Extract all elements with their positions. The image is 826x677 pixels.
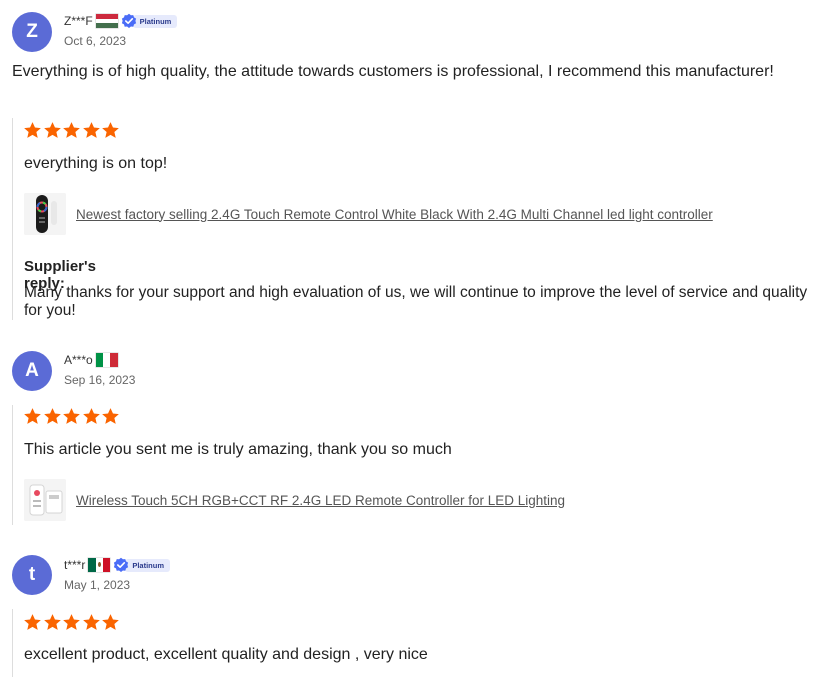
star-icon xyxy=(63,122,81,138)
reviewer-name: Z***F xyxy=(64,14,93,28)
reviewer-name-row: t***r Platinum xyxy=(64,557,171,573)
platinum-badge: Platinum xyxy=(121,13,178,29)
badge-label: Platinum xyxy=(125,558,171,572)
verified-badge-icon xyxy=(114,557,129,572)
star-icon xyxy=(24,408,41,424)
review-detail: everything is on top! Newest factory sel… xyxy=(12,118,807,320)
review-date: Sep 16, 2023 xyxy=(64,373,136,387)
remote-control-image xyxy=(24,193,66,235)
product-link[interactable]: Wireless Touch 5CH RGB+CCT RF 2.4G LED R… xyxy=(76,493,565,508)
star-rating xyxy=(23,407,121,425)
avatar: Z xyxy=(12,12,52,52)
controller-image xyxy=(24,479,66,521)
star-icon xyxy=(82,122,100,138)
review-detail: excellent product, excellent quality and… xyxy=(12,609,428,677)
star-icon xyxy=(82,614,100,630)
avatar: A xyxy=(12,351,52,391)
review-text: excellent product, excellent quality and… xyxy=(24,646,428,663)
italy-flag-icon xyxy=(95,353,118,367)
review-date: May 1, 2023 xyxy=(64,578,131,592)
reviewer-name: t***r xyxy=(64,558,86,572)
product-thumbnail[interactable] xyxy=(24,479,66,521)
verified-badge-icon xyxy=(121,13,136,28)
review-text: everything is on top! xyxy=(24,155,168,172)
star-icon xyxy=(82,408,100,424)
star-icon xyxy=(102,408,120,424)
hungary-flag-icon xyxy=(95,14,118,28)
platinum-badge: Platinum xyxy=(113,557,171,573)
reviewer-name: A***o xyxy=(64,353,93,367)
product-reference: Newest factory selling 2.4G Touch Remote… xyxy=(24,193,713,235)
mexico-flag-icon xyxy=(88,558,111,572)
reviewer-name-row: A***o xyxy=(64,352,118,368)
badge-label: Platinum xyxy=(132,14,178,28)
star-icon xyxy=(43,408,61,424)
supplier-reply-text: Many thanks for your support and high ev… xyxy=(24,284,808,319)
product-link[interactable]: Newest factory selling 2.4G Touch Remote… xyxy=(76,207,713,222)
star-icon xyxy=(102,614,120,630)
reviewer-name-row: Z***F Platinum xyxy=(64,13,178,29)
product-reference: Wireless Touch 5CH RGB+CCT RF 2.4G LED R… xyxy=(24,479,565,521)
review-comment: Everything is of high quality, the attit… xyxy=(12,63,774,80)
avatar: t xyxy=(12,555,52,595)
star-icon xyxy=(63,614,81,630)
star-icon xyxy=(24,122,41,138)
star-icon xyxy=(102,122,120,138)
star-icon xyxy=(63,408,81,424)
review-detail: This article you sent me is truly amazin… xyxy=(12,405,565,525)
review-text: This article you sent me is truly amazin… xyxy=(24,441,452,458)
product-thumbnail[interactable] xyxy=(24,193,66,235)
star-rating xyxy=(23,121,121,139)
star-rating xyxy=(23,613,121,631)
star-icon xyxy=(24,614,41,630)
star-icon xyxy=(43,122,61,138)
star-icon xyxy=(43,614,61,630)
review-date: Oct 6, 2023 xyxy=(64,34,127,48)
